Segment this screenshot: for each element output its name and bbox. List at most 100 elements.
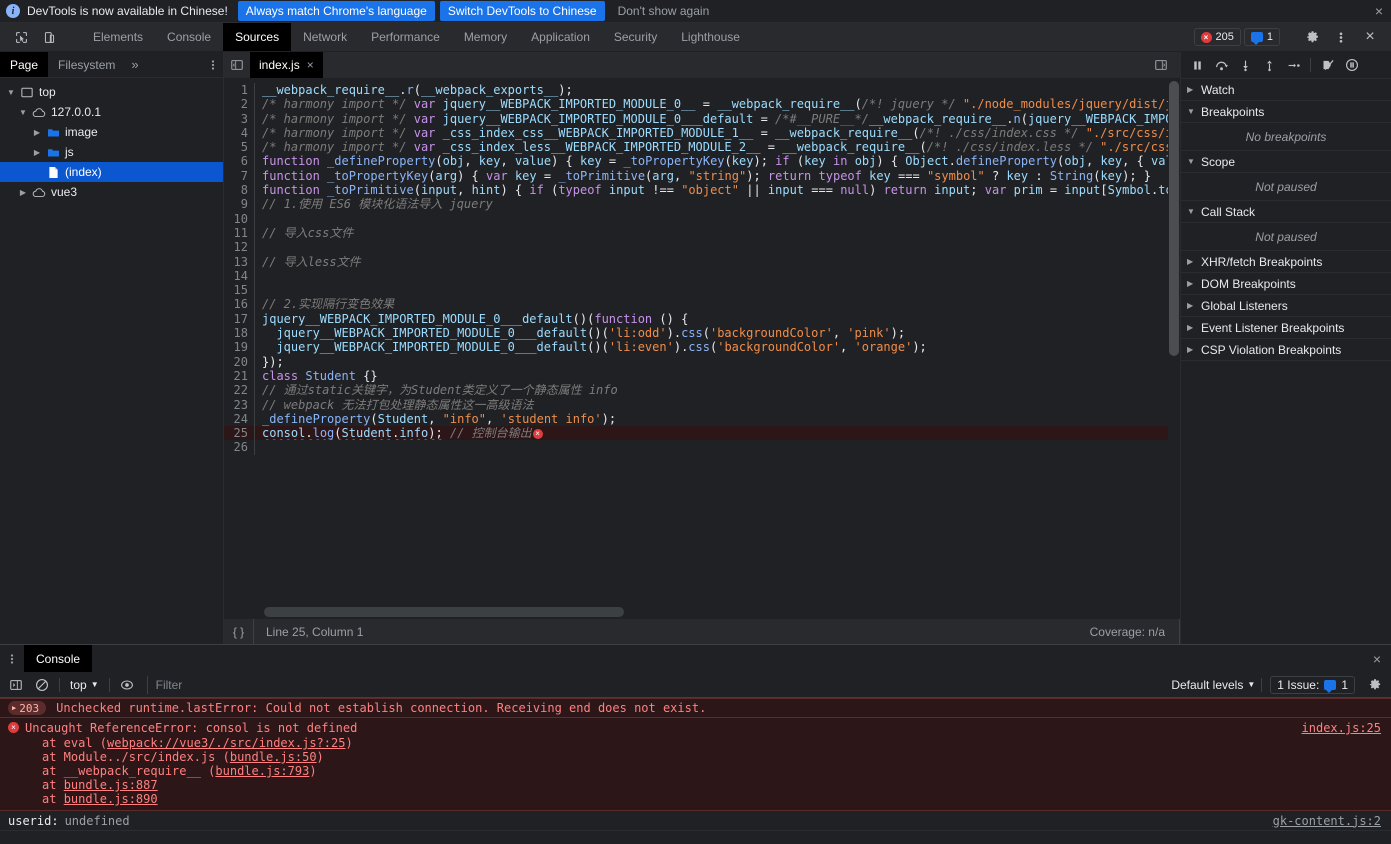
close-devtools-icon[interactable]: × [1357, 25, 1383, 49]
device-toolbar-icon[interactable] [36, 25, 62, 49]
scrollbar-thumb[interactable] [1169, 81, 1179, 356]
chevron-right-icon[interactable]: ▶ [30, 128, 44, 137]
chevron-right-icon[interactable]: ▶ [16, 188, 30, 197]
step-into-icon[interactable] [1234, 54, 1256, 76]
tree-item-image[interactable]: ▶ image [0, 122, 223, 142]
section-xhr-breakpoints[interactable]: ▶ XHR/fetch Breakpoints [1181, 251, 1391, 273]
tab-network[interactable]: Network [291, 23, 359, 51]
error-source-link[interactable]: index.js:25 [1302, 721, 1381, 735]
code-viewer[interactable]: 1__webpack_require__.r(__webpack_exports… [224, 79, 1180, 618]
close-icon[interactable]: × [1375, 4, 1383, 18]
chevron-right-icon[interactable]: ▶ [1187, 345, 1196, 354]
drawer-options-icon[interactable] [0, 645, 24, 672]
tab-elements[interactable]: Elements [81, 23, 155, 51]
line-number: 4 [224, 126, 254, 140]
more-options-icon[interactable] [1328, 25, 1354, 49]
editor-vertical-scrollbar[interactable] [1168, 79, 1180, 606]
chevron-down-icon[interactable]: ▼ [4, 88, 18, 97]
pause-on-exceptions-icon[interactable] [1341, 54, 1363, 76]
navigator-tab-page[interactable]: Page [0, 52, 48, 77]
section-call-stack[interactable]: ▼ Call Stack [1181, 201, 1391, 223]
chevron-down-icon[interactable]: ▼ [16, 108, 30, 117]
repeat-count-badge[interactable]: ▶ 203 [8, 701, 46, 715]
line-content: /* harmony import */ var _css_index_css_… [262, 126, 1168, 140]
chevron-down-icon[interactable]: ▼ [1187, 157, 1196, 166]
tab-performance[interactable]: Performance [359, 23, 452, 51]
section-event-listener-breakpoints[interactable]: ▶ Event Listener Breakpoints [1181, 317, 1391, 339]
drawer-tab-console[interactable]: Console [24, 645, 92, 672]
line-gutter [254, 440, 262, 454]
code-line: 21class Student {} [224, 369, 1168, 383]
more-tabs-icon[interactable]: » [125, 52, 144, 77]
console-sidebar-icon[interactable] [4, 674, 28, 696]
tab-sources[interactable]: Sources [223, 23, 291, 51]
console-settings-icon[interactable] [1363, 674, 1387, 696]
tab-application[interactable]: Application [519, 23, 602, 51]
chevron-down-icon[interactable]: ▼ [1187, 107, 1196, 116]
step-icon[interactable] [1282, 54, 1304, 76]
editor-tab-index-js[interactable]: index.js × [250, 52, 323, 78]
chevron-right-icon[interactable]: ▶ [30, 148, 44, 157]
chevron-right-icon[interactable]: ▶ [1187, 279, 1196, 288]
frame-prefix: at Module../src/index.js ( [42, 750, 230, 764]
switch-to-chinese-button[interactable]: Switch DevTools to Chinese [440, 1, 605, 21]
message-count-badge[interactable]: 1 [1244, 28, 1280, 46]
pause-icon[interactable] [1186, 54, 1208, 76]
navigator-tab-filesystem[interactable]: Filesystem [48, 52, 125, 77]
clear-console-icon[interactable] [30, 674, 54, 696]
editor-horizontal-scrollbar[interactable] [224, 606, 1168, 618]
pretty-print-icon[interactable]: { } [224, 619, 254, 644]
chevron-right-icon[interactable]: ▶ [1187, 85, 1196, 94]
console-log-message[interactable]: userid: undefined gk-content.js:2 [0, 811, 1391, 831]
execution-context-selector[interactable]: top ▼ [65, 678, 104, 692]
stack-link[interactable]: bundle.js:890 [64, 792, 158, 806]
error-count-badge[interactable]: × 205 [1194, 28, 1241, 46]
console-error-message[interactable]: × Uncaught ReferenceError: consol is not… [0, 718, 1391, 811]
section-scope[interactable]: ▼ Scope [1181, 151, 1391, 173]
section-csp-violation-breakpoints[interactable]: ▶ CSP Violation Breakpoints [1181, 339, 1391, 361]
step-out-icon[interactable] [1258, 54, 1280, 76]
tree-item-index[interactable]: (index) [0, 162, 223, 182]
show-navigator-icon[interactable] [224, 52, 250, 78]
section-watch[interactable]: ▶ Watch [1181, 79, 1391, 101]
section-global-listeners[interactable]: ▶ Global Listeners [1181, 295, 1391, 317]
navigator-options-icon[interactable] [203, 52, 223, 77]
show-debugger-icon[interactable] [1148, 58, 1174, 72]
console-warning-message[interactable]: ▶ 203 Unchecked runtime.lastError: Could… [0, 698, 1391, 718]
chevron-right-icon[interactable]: ▶ [1187, 301, 1196, 310]
tab-console[interactable]: Console [155, 23, 223, 51]
stack-link[interactable]: bundle.js:887 [64, 778, 158, 792]
line-number: 22 [224, 383, 254, 397]
stack-link[interactable]: bundle.js:50 [230, 750, 317, 764]
log-source-link[interactable]: gk-content.js:2 [1273, 814, 1381, 828]
inspect-element-icon[interactable] [8, 25, 34, 49]
stack-link[interactable]: webpack://vue3/./src/index.js?:25 [107, 736, 345, 750]
stack-link[interactable]: bundle.js:793 [215, 764, 309, 778]
chevron-down-icon: ▼ [1247, 680, 1255, 689]
chevron-right-icon[interactable]: ▶ [1187, 323, 1196, 332]
console-messages: ▶ 203 Unchecked runtime.lastError: Could… [0, 698, 1391, 844]
close-icon[interactable]: × [307, 58, 314, 72]
tab-lighthouse[interactable]: Lighthouse [669, 23, 752, 51]
close-drawer-icon[interactable]: × [1373, 645, 1391, 672]
scrollbar-thumb[interactable] [264, 607, 624, 617]
chevron-right-icon[interactable]: ▶ [1187, 257, 1196, 266]
issues-badge[interactable]: 1 Issue: 1 [1270, 676, 1355, 694]
console-filter-input[interactable] [147, 676, 1164, 694]
section-dom-breakpoints[interactable]: ▶ DOM Breakpoints [1181, 273, 1391, 295]
tree-item-top[interactable]: ▼ top [0, 82, 223, 102]
log-levels-selector[interactable]: Default levels ▼ [1165, 678, 1262, 692]
live-expression-icon[interactable] [115, 674, 139, 696]
always-match-language-button[interactable]: Always match Chrome's language [238, 1, 435, 21]
dont-show-again-button[interactable]: Don't show again [610, 1, 718, 21]
step-over-icon[interactable] [1210, 54, 1232, 76]
tree-item-host[interactable]: ▼ 127.0.0.1 [0, 102, 223, 122]
section-breakpoints[interactable]: ▼ Breakpoints [1181, 101, 1391, 123]
gear-icon[interactable] [1299, 25, 1325, 49]
chevron-down-icon[interactable]: ▼ [1187, 207, 1196, 216]
tab-memory[interactable]: Memory [452, 23, 519, 51]
tab-security[interactable]: Security [602, 23, 669, 51]
deactivate-breakpoints-icon[interactable] [1317, 54, 1339, 76]
tree-item-vue3[interactable]: ▶ vue3 [0, 182, 223, 202]
tree-item-js[interactable]: ▶ js [0, 142, 223, 162]
